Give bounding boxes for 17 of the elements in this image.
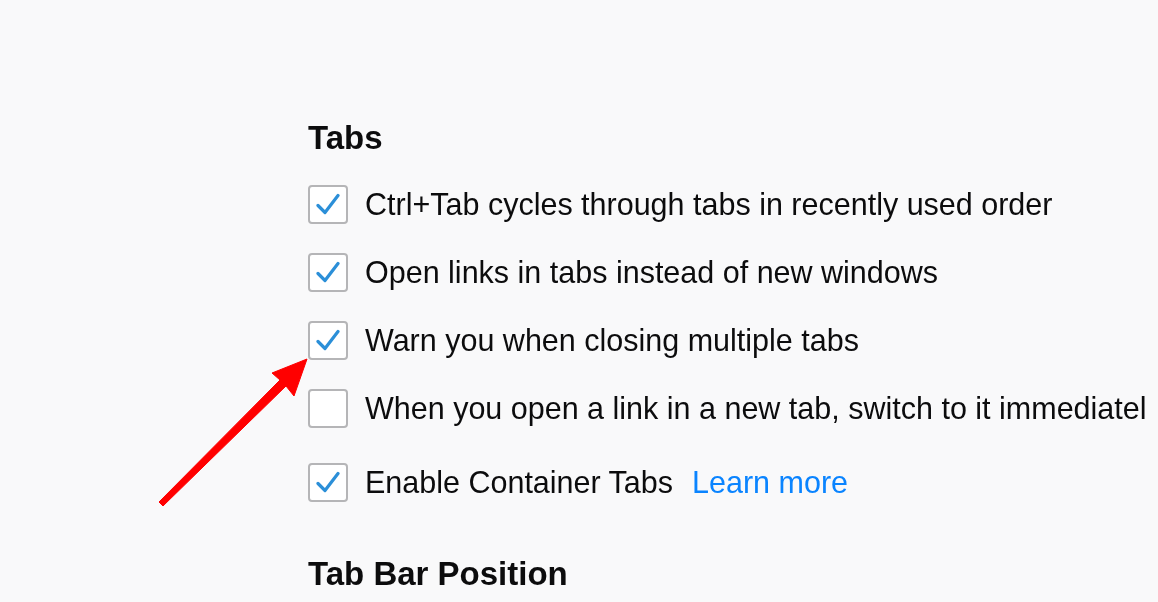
option-label: When you open a link in a new tab, switch to it immediatel [365,390,1147,426]
option-label: Open links in tabs instead of new windows [365,254,939,290]
section-heading: Tabs [308,119,383,157]
checkmark-icon [316,193,340,215]
checkbox[interactable] [308,388,348,428]
checkmark-icon [316,329,340,351]
option-label: Warn you when closing multiple tabs [365,322,859,358]
checkmark-icon [316,471,340,493]
checkbox[interactable] [308,462,348,502]
learn-more-link[interactable]: Learn more [692,464,849,500]
checkbox[interactable] [308,184,348,224]
checkbox[interactable] [308,320,348,360]
checkbox[interactable] [308,252,348,292]
checkmark-icon [316,261,340,283]
option-label: Ctrl+Tab cycles through tabs in recently used order [365,186,1053,222]
option-label: Enable Container Tabs [365,464,674,500]
section-heading: Tab Bar Position [308,555,568,593]
